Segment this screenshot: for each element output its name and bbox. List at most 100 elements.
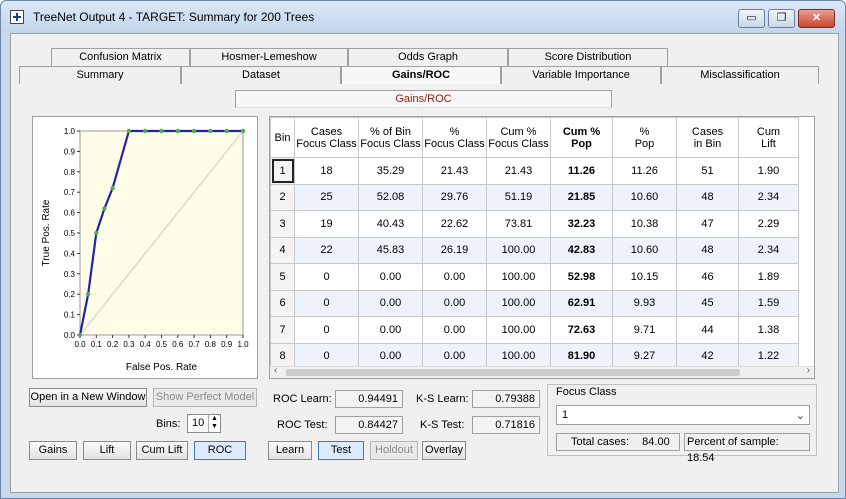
table-cell[interactable]: 51.19: [486, 183, 551, 211]
table-row[interactable]: 4 22 45.83 26.19 100.00 42.83 10.60 48 2.34: [270, 236, 799, 264]
table-cell[interactable]: 22: [294, 236, 359, 264]
chevron-down-icon[interactable]: ⌄: [796, 407, 805, 425]
table-cell[interactable]: 48: [676, 236, 739, 264]
table-row[interactable]: 7 0 0.00 0.00 100.00 72.63 9.71 44 1.38: [270, 316, 799, 344]
table-cell[interactable]: 100.00: [486, 289, 551, 317]
table-cell[interactable]: 10.38: [612, 210, 677, 238]
table-cell[interactable]: 45: [676, 289, 739, 317]
table-cell[interactable]: 48: [676, 183, 739, 211]
table-cell[interactable]: 10.60: [612, 236, 677, 264]
restore-button[interactable]: ❐: [768, 9, 795, 28]
table-cell[interactable]: 52.98: [550, 263, 613, 291]
table-cell[interactable]: 18: [294, 157, 359, 185]
table-header-6[interactable]: % Pop: [612, 117, 677, 158]
table-cell[interactable]: 21.85: [550, 183, 613, 211]
table-row[interactable]: 2 25 52.08 29.76 51.19 21.85 10.60 48 2.34: [270, 183, 799, 211]
table-header-5[interactable]: Cum % Pop: [550, 117, 613, 158]
table-cell[interactable]: 44: [676, 316, 739, 344]
table-cell[interactable]: 35.29: [358, 157, 423, 185]
table-cell[interactable]: 25: [294, 183, 359, 211]
table-header-7[interactable]: Cases in Bin: [676, 117, 739, 158]
table-cell[interactable]: 19: [294, 210, 359, 238]
bin-cell[interactable]: 2: [270, 183, 295, 211]
tab-confusion-matrix[interactable]: Confusion Matrix: [51, 48, 190, 66]
table-header-0[interactable]: Bin: [270, 117, 295, 158]
title-bar[interactable]: TreeNet Output 4 - TARGET: Summary for 2…: [1, 1, 845, 33]
table-cell[interactable]: 0.00: [358, 289, 423, 317]
table-row[interactable]: 5 0 0.00 0.00 100.00 52.98 10.15 46 1.89: [270, 263, 799, 291]
table-cell[interactable]: 11.26: [612, 157, 677, 185]
open-new-window-button[interactable]: Open in a New Window: [29, 388, 147, 407]
bin-cell[interactable]: 3: [270, 210, 295, 238]
table-cell[interactable]: 0.00: [422, 316, 487, 344]
table-cell[interactable]: 1.89: [738, 263, 799, 291]
table-cell[interactable]: 100.00: [486, 316, 551, 344]
table-cell[interactable]: 0.00: [358, 263, 423, 291]
scroll-right-icon[interactable]: ›: [807, 365, 810, 376]
table-cell[interactable]: 2.34: [738, 236, 799, 264]
minimize-button[interactable]: ▭: [738, 9, 765, 28]
table-cell[interactable]: 52.08: [358, 183, 423, 211]
table-cell[interactable]: 10.15: [612, 263, 677, 291]
test-button[interactable]: Test: [318, 441, 364, 460]
table-cell[interactable]: 0: [294, 289, 359, 317]
table-cell[interactable]: 2.29: [738, 210, 799, 238]
close-button[interactable]: ✕: [798, 9, 835, 28]
table-row[interactable]: 1 18 35.29 21.43 21.43 11.26 11.26 51 1.90: [270, 157, 799, 185]
subtab-gains-roc[interactable]: Gains/ROC: [235, 90, 612, 108]
tab-variable-importance[interactable]: Variable Importance: [501, 66, 661, 84]
table-header-1[interactable]: Cases Focus Class: [294, 117, 359, 158]
table-cell[interactable]: 10.60: [612, 183, 677, 211]
tab-odds-graph[interactable]: Odds Graph: [348, 48, 508, 66]
table-cell[interactable]: 45.83: [358, 236, 423, 264]
table-cell[interactable]: 0: [294, 263, 359, 291]
table-row[interactable]: 3 19 40.43 22.62 73.81 32.23 10.38 47 2.29: [270, 210, 799, 238]
table-header-3[interactable]: % Focus Class: [422, 117, 487, 158]
bin-cell[interactable]: 6: [270, 289, 295, 317]
focus-class-select[interactable]: 1 ⌄: [556, 405, 810, 425]
table-cell[interactable]: 42.83: [550, 236, 613, 264]
table-cell[interactable]: 100.00: [486, 236, 551, 264]
table-cell[interactable]: 32.23: [550, 210, 613, 238]
table-cell[interactable]: 0: [294, 316, 359, 344]
tab-score-distribution[interactable]: Score Distribution: [508, 48, 668, 66]
table-cell[interactable]: 0.00: [358, 316, 423, 344]
table-cell[interactable]: 26.19: [422, 236, 487, 264]
table-cell[interactable]: 100.00: [486, 263, 551, 291]
table-cell[interactable]: 46: [676, 263, 739, 291]
horizontal-scrollbar[interactable]: ‹ ›: [270, 365, 814, 378]
cum-lift-button[interactable]: Cum Lift: [136, 441, 188, 460]
bin-cell[interactable]: 1: [270, 157, 295, 185]
tab-dataset[interactable]: Dataset: [181, 66, 341, 84]
table-cell[interactable]: 51: [676, 157, 739, 185]
tab-misclassification[interactable]: Misclassification: [661, 66, 819, 84]
table-header-8[interactable]: Cum Lift: [738, 117, 799, 158]
scroll-left-icon[interactable]: ‹: [274, 365, 277, 376]
table-cell[interactable]: 21.43: [486, 157, 551, 185]
table-cell[interactable]: 11.26: [550, 157, 613, 185]
table-cell[interactable]: 2.34: [738, 183, 799, 211]
learn-button[interactable]: Learn: [268, 441, 312, 460]
bin-cell[interactable]: 5: [270, 263, 295, 291]
table-cell[interactable]: 29.76: [422, 183, 487, 211]
bin-cell[interactable]: 4: [270, 236, 295, 264]
table-cell[interactable]: 1.90: [738, 157, 799, 185]
tab-hosmer-lemeshow[interactable]: Hosmer-Lemeshow: [190, 48, 348, 66]
bin-cell[interactable]: 7: [270, 316, 295, 344]
table-cell[interactable]: 62.91: [550, 289, 613, 317]
table-header-4[interactable]: Cum % Focus Class: [486, 117, 551, 158]
table-cell[interactable]: 1.59: [738, 289, 799, 317]
table-cell[interactable]: 40.43: [358, 210, 423, 238]
table-row[interactable]: 6 0 0.00 0.00 100.00 62.91 9.93 45 1.59: [270, 289, 799, 317]
bins-stepper[interactable]: 10 ▲ ▼: [187, 414, 221, 433]
table-header-2[interactable]: % of Bin Focus Class: [358, 117, 423, 158]
table-cell[interactable]: 0.00: [422, 263, 487, 291]
table-cell[interactable]: 9.93: [612, 289, 677, 317]
table-cell[interactable]: 21.43: [422, 157, 487, 185]
tab-summary[interactable]: Summary: [19, 66, 181, 84]
lift-button[interactable]: Lift: [83, 441, 131, 460]
table-cell[interactable]: 22.62: [422, 210, 487, 238]
table-cell[interactable]: 0.00: [422, 289, 487, 317]
table-cell[interactable]: 47: [676, 210, 739, 238]
table-cell[interactable]: 9.71: [612, 316, 677, 344]
